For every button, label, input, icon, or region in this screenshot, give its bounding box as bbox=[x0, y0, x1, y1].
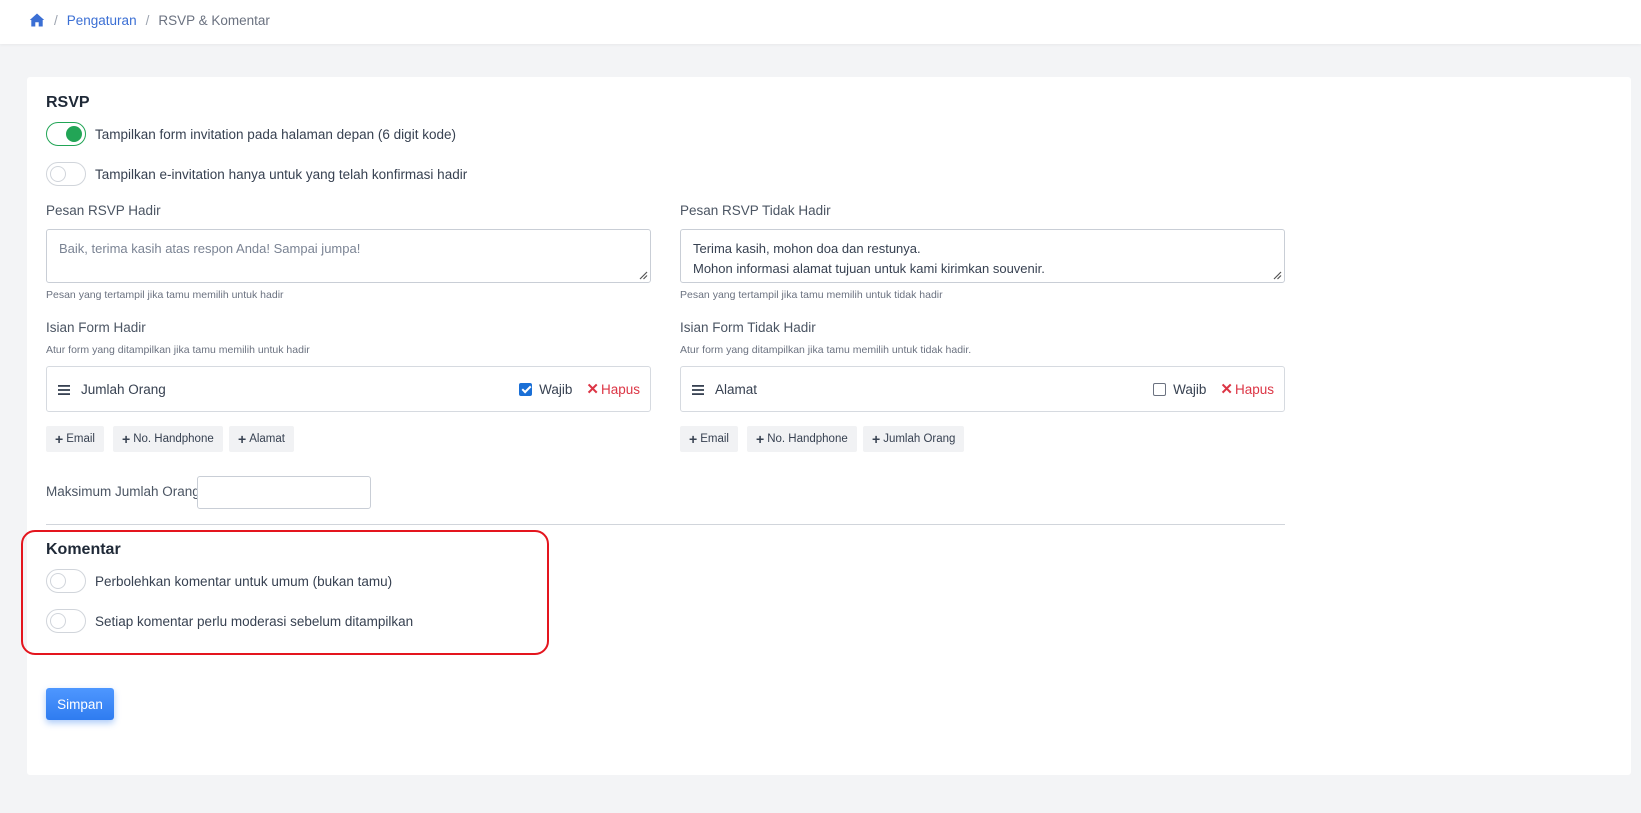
add-phone-button[interactable]: + No. Handphone bbox=[113, 426, 223, 452]
wajib-checkbox[interactable] bbox=[519, 382, 533, 396]
breadcrumb-separator: / bbox=[54, 12, 58, 28]
plus-icon: + bbox=[122, 431, 131, 447]
hapus-button[interactable]: ✕ Hapus bbox=[586, 380, 640, 398]
form-hadir-helper: Atur form yang ditampilkan jika tamu mem… bbox=[46, 344, 310, 356]
wajib-label: Wajib bbox=[539, 381, 573, 397]
form-field-item: Alamat Wajib ✕ Hapus bbox=[680, 366, 1285, 412]
wajib-checkbox[interactable] bbox=[1153, 382, 1167, 396]
pesan-tidak-hadir-label: Pesan RSVP Tidak Hadir bbox=[680, 203, 831, 218]
form-field-label: Jumlah Orang bbox=[81, 381, 166, 397]
max-jumlah-orang-input[interactable] bbox=[197, 476, 371, 509]
drag-handle-icon[interactable] bbox=[57, 383, 71, 395]
toggle-row-komentar-umum: Perbolehkan komentar untuk umum (bukan t… bbox=[46, 569, 392, 593]
resize-handle-icon[interactable] bbox=[1272, 270, 1282, 280]
form-field-item: Jumlah Orang Wajib ✕ Hapus bbox=[46, 366, 651, 412]
pesan-hadir-label: Pesan RSVP Hadir bbox=[46, 203, 161, 218]
form-tidak-hadir-helper: Atur form yang ditampilkan jika tamu mem… bbox=[680, 344, 972, 356]
add-button-label: No. Handphone bbox=[133, 433, 214, 445]
toggle-row-moderasi: Setiap komentar perlu moderasi sebelum d… bbox=[46, 609, 413, 633]
plus-icon: + bbox=[689, 431, 698, 447]
toggle-moderasi-komentar[interactable] bbox=[46, 609, 86, 633]
add-phone-button[interactable]: + No. Handphone bbox=[747, 426, 857, 452]
section-divider bbox=[46, 524, 1285, 525]
toggle-row-form-invitation: Tampilkan form invitation pada halaman d… bbox=[46, 122, 456, 146]
max-jumlah-orang-label: Maksimum Jumlah Orang bbox=[46, 484, 200, 499]
plus-icon: + bbox=[238, 431, 247, 447]
toggle-form-invitation[interactable] bbox=[46, 122, 86, 146]
toggle-e-invitation-confirmed[interactable] bbox=[46, 162, 86, 186]
plus-icon: + bbox=[872, 431, 881, 447]
komentar-section-title: Komentar bbox=[46, 541, 121, 558]
top-bar: / Pengaturan / RSVP & Komentar bbox=[0, 0, 1641, 44]
hapus-label: Hapus bbox=[600, 381, 640, 397]
toggle-label: Tampilkan e-invitation hanya untuk yang … bbox=[95, 166, 468, 182]
breadcrumb-pengaturan[interactable]: Pengaturan bbox=[67, 13, 137, 28]
pesan-tidak-hadir-textarea[interactable]: Terima kasih, mohon doa dan restunya. Mo… bbox=[680, 229, 1285, 283]
add-button-label: Email bbox=[700, 433, 729, 445]
toggle-komentar-umum[interactable] bbox=[46, 569, 86, 593]
breadcrumb-current: RSVP & Komentar bbox=[158, 12, 270, 28]
wajib-label: Wajib bbox=[1173, 381, 1207, 397]
close-icon: ✕ bbox=[586, 381, 599, 398]
pesan-tidak-hadir-helper: Pesan yang tertampil jika tamu memilih u… bbox=[680, 289, 943, 301]
pesan-hadir-helper: Pesan yang tertampil jika tamu memilih u… bbox=[46, 289, 284, 301]
hapus-button[interactable]: ✕ Hapus bbox=[1220, 380, 1274, 398]
add-button-label: Alamat bbox=[249, 433, 285, 445]
hapus-label: Hapus bbox=[1234, 381, 1274, 397]
save-button[interactable]: Simpan bbox=[46, 688, 114, 720]
add-jumlah-orang-button[interactable]: + Jumlah Orang bbox=[863, 426, 965, 452]
plus-icon: + bbox=[756, 431, 765, 447]
pesan-tidak-hadir-line: Mohon informasi alamat tujuan untuk kami… bbox=[693, 261, 1045, 276]
add-button-label: No. Handphone bbox=[767, 433, 848, 445]
pesan-hadir-textarea[interactable]: Baik, terima kasih atas respon Anda! Sam… bbox=[46, 229, 651, 283]
add-alamat-button[interactable]: + Alamat bbox=[229, 426, 294, 452]
breadcrumb: / Pengaturan / RSVP & Komentar bbox=[29, 12, 270, 28]
add-email-button[interactable]: + Email bbox=[46, 426, 104, 452]
pesan-hadir-placeholder: Baik, terima kasih atas respon Anda! Sam… bbox=[59, 241, 361, 256]
resize-handle-icon[interactable] bbox=[638, 270, 648, 280]
close-icon: ✕ bbox=[1220, 381, 1233, 398]
add-button-label: Jumlah Orang bbox=[883, 433, 956, 445]
home-icon[interactable] bbox=[29, 12, 45, 28]
toggle-label: Perbolehkan komentar untuk umum (bukan t… bbox=[95, 573, 393, 589]
plus-icon: + bbox=[55, 431, 64, 447]
rsvp-section-title: RSVP bbox=[46, 94, 90, 111]
drag-handle-icon[interactable] bbox=[691, 383, 705, 395]
breadcrumb-separator: / bbox=[145, 12, 150, 28]
form-hadir-label: Isian Form Hadir bbox=[46, 320, 146, 335]
pesan-tidak-hadir-line: Terima kasih, mohon doa dan restunya. bbox=[693, 241, 921, 256]
toggle-label: Tampilkan form invitation pada halaman d… bbox=[95, 126, 456, 142]
form-tidak-hadir-label: Isian Form Tidak Hadir bbox=[680, 320, 816, 335]
add-button-label: Email bbox=[66, 433, 95, 445]
toggle-label: Setiap komentar perlu moderasi sebelum d… bbox=[95, 613, 414, 629]
form-field-label: Alamat bbox=[715, 381, 758, 397]
toggle-row-e-invitation: Tampilkan e-invitation hanya untuk yang … bbox=[46, 162, 467, 186]
add-email-button[interactable]: + Email bbox=[680, 426, 738, 452]
